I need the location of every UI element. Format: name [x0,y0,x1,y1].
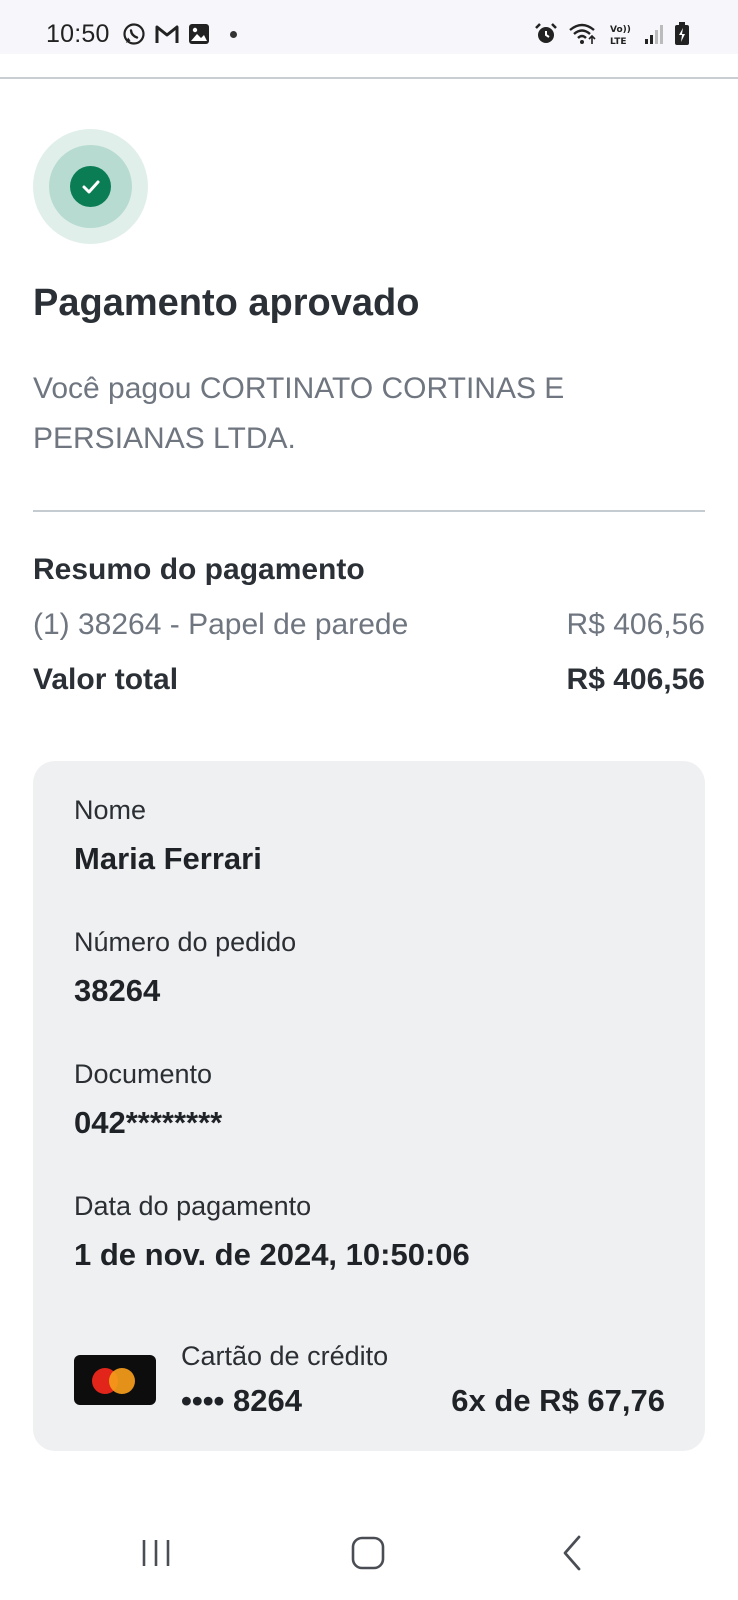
total-label: Valor total [33,663,179,696]
payment-date-label: Data do pagamento [74,1191,312,1221]
home-icon [351,1536,385,1570]
card-number: •••• 8264 [181,1383,302,1418]
alarm-icon [535,23,557,43]
success-badge [33,129,148,244]
document-value: 042******** [74,1105,223,1140]
status-time: 10:50 [46,20,110,48]
signal-icon [645,25,663,44]
checkmark-icon [82,180,99,193]
check-circle-icon [70,166,111,207]
summary-item-value: R$ 406,56 [566,608,705,641]
order-number-label: Número do pedido [74,927,297,957]
status-system-icons: Vo)) LTE [534,22,690,46]
gallery-icon [189,24,209,44]
recent-apps-button[interactable] [126,1530,186,1576]
wifi-icon [569,23,596,44]
payment-date-value: 1 de nov. de 2024, 10:50:06 [74,1237,470,1272]
card-type-label: Cartão de crédito [181,1341,389,1371]
svg-text:Vo)): Vo)) [610,25,631,35]
document-label: Documento [74,1059,213,1089]
total-value: R$ 406,56 [566,663,705,696]
section-divider [33,510,705,512]
recent-apps-icon [142,1540,170,1566]
page-title: Pagamento aprovado [33,282,420,324]
payee-description: Você pagou CORTINATO CORTINAS E PERSIANA… [33,372,565,455]
back-button[interactable] [542,1530,602,1576]
back-icon [563,1535,581,1571]
success-badge-ring [49,145,132,228]
svg-text:LTE: LTE [610,37,627,46]
notification-dot [230,30,237,38]
battery-icon [675,22,689,45]
mastercard-orange-circle [109,1368,135,1394]
order-number-value: 38264 [74,973,161,1008]
navigation-bar [0,1510,738,1600]
home-button[interactable] [338,1530,398,1576]
gmail-icon [155,25,179,43]
name-value: Maria Ferrari [74,841,262,876]
name-label: Nome [74,795,147,825]
status-notification-icons [122,22,237,46]
installments-value: 6x de R$ 67,76 [451,1383,665,1418]
payment-details-card: Nome Maria Ferrari Número do pedido 3826… [33,761,705,1451]
header-divider [0,77,738,79]
mastercard-icon [74,1355,156,1405]
summary-total-row: Valor total R$ 406,56 [33,663,705,697]
whatsapp-icon [123,23,145,45]
summary-item-row: (1) 38264 - Papel de parede R$ 406,56 [33,608,705,642]
volte-lte-icon: Vo)) LTE [610,25,631,46]
summary-item-label: (1) 38264 - Papel de parede [33,608,409,641]
status-bar: 10:50 Vo)) LTE [0,0,738,54]
summary-title: Resumo do pagamento [33,553,365,586]
